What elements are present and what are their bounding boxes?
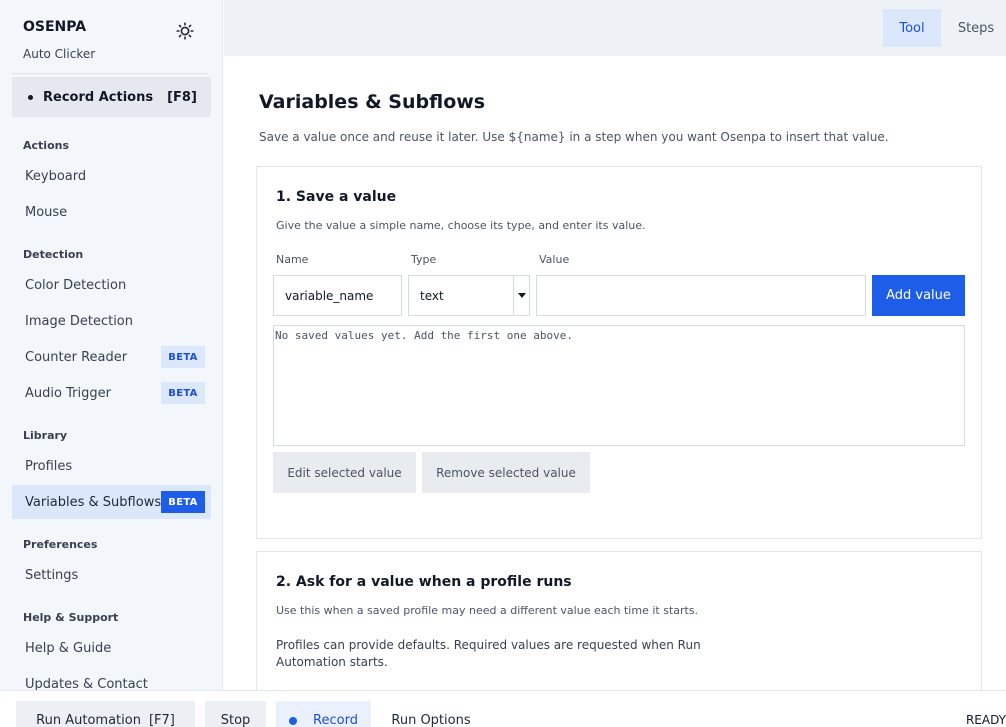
sidebar-item-keyboard[interactable]: Keyboard (12, 159, 211, 193)
sidebar-item-label: Help & Guide (25, 640, 112, 656)
sidebar-item-audio-trigger[interactable]: Audio Trigger BETA (12, 376, 211, 410)
sidebar-item-label: Keyboard (25, 168, 87, 184)
record-dot-icon (289, 717, 298, 725)
page-description: Save a value once and reuse it later. Us… (259, 130, 889, 144)
sidebar-item-image-detection[interactable]: Image Detection (12, 304, 211, 338)
sidebar-item-color-detection[interactable]: Color Detection (12, 268, 211, 302)
stop-button[interactable]: Stop (205, 701, 266, 727)
sidebar-item-mouse[interactable]: Mouse (12, 195, 211, 229)
tab-steps[interactable]: Steps (946, 9, 1006, 47)
record-actions-shortcut: [F8] (167, 89, 197, 105)
sidebar-item-label: Image Detection (25, 313, 133, 329)
card-title: 1. Save a value (276, 189, 397, 205)
sidebar-item-updates-contact[interactable]: Updates & Contact (12, 667, 211, 691)
record-actions-label: Record Actions (43, 89, 154, 105)
sidebar-item-label: Counter Reader (25, 349, 128, 365)
sidebar-item-label: Updates & Contact (25, 676, 148, 691)
top-bar: Tool Steps (224, 0, 1006, 56)
card-title: 2. Ask for a value when a profile runs (276, 574, 572, 590)
save-value-card: 1. Save a value Give the value a simple … (256, 166, 982, 539)
sidebar-item-label: Profiles (25, 458, 73, 474)
section-label-help-support: Help & Support (23, 611, 119, 624)
sidebar-item-settings[interactable]: Settings (12, 558, 211, 592)
sidebar-item-label: Audio Trigger (25, 385, 111, 401)
saved-values-list[interactable]: No saved values yet. Add the first one a… (273, 325, 965, 446)
sidebar-item-profiles[interactable]: Profiles (12, 449, 211, 483)
run-automation-button[interactable]: Run Automation [F7] (16, 701, 195, 727)
main-content: Variables & Subflows Save a value once a… (224, 56, 1006, 690)
sidebar-item-variables-subflows[interactable]: Variables & Subflows BETA (12, 485, 211, 519)
edit-selected-value-button[interactable]: Edit selected value (273, 452, 416, 493)
name-input[interactable]: variable_name (273, 275, 402, 316)
add-value-button[interactable]: Add value (872, 275, 965, 316)
run-automation-shortcut: [F7] (148, 713, 175, 727)
sun-icon (176, 22, 194, 40)
card-description: Use this when a saved profile may need a… (276, 604, 699, 617)
section-label-library: Library (23, 429, 68, 442)
sidebar-item-counter-reader[interactable]: Counter Reader BETA (12, 340, 211, 374)
page-title: Variables & Subflows (259, 91, 486, 113)
card-note: Profiles can provide defaults. Required … (276, 638, 701, 669)
theme-toggle-sun-icon[interactable] (174, 20, 196, 42)
beta-badge: BETA (161, 346, 205, 368)
section-label-detection: Detection (23, 248, 84, 261)
app-title: OSENPA (23, 19, 87, 35)
dropdown-arrow-icon (513, 276, 529, 315)
sidebar-item-label: Color Detection (25, 277, 127, 293)
sidebar-item-help-guide[interactable]: Help & Guide (12, 631, 211, 665)
app-subtitle: Auto Clicker (23, 47, 96, 61)
record-button[interactable]: Record (276, 701, 371, 727)
card-description: Give the value a simple name, choose its… (276, 219, 646, 232)
value-input[interactable] (536, 275, 866, 316)
status-text: READY (965, 713, 1006, 727)
bottom-bar: Run Automation [F7] Stop Record Run Opti… (0, 690, 1006, 727)
run-options-button[interactable]: Run Options (381, 701, 481, 727)
value-label: Value (539, 253, 570, 266)
section-label-actions: Actions (23, 139, 69, 152)
beta-badge: BETA (161, 491, 205, 513)
sidebar-item-label: Mouse (25, 204, 68, 220)
record-dot-icon (28, 94, 33, 100)
type-select-value: text (420, 288, 444, 303)
remove-selected-value-button[interactable]: Remove selected value (422, 452, 590, 493)
type-label: Type (411, 253, 437, 266)
section-label-preferences: Preferences (23, 538, 98, 551)
sidebar-item-label: Variables & Subflows (25, 494, 162, 510)
name-label: Name (276, 253, 309, 266)
brand-divider (12, 73, 208, 74)
list-empty-text: No saved values yet. Add the first one a… (275, 329, 574, 342)
record-actions-button[interactable]: Record Actions [F8] (12, 77, 211, 117)
sidebar-item-label: Settings (25, 567, 79, 583)
beta-badge: BETA (161, 382, 205, 404)
type-select[interactable]: text (408, 275, 530, 316)
tab-tool[interactable]: Tool (883, 9, 941, 47)
record-label: Record (313, 713, 358, 727)
sidebar: OSENPA Auto Clicker Record Actions [F8] … (0, 0, 223, 690)
run-automation-label: Run Automation (36, 713, 141, 727)
ask-value-card: 2. Ask for a value when a profile runs U… (256, 551, 982, 690)
